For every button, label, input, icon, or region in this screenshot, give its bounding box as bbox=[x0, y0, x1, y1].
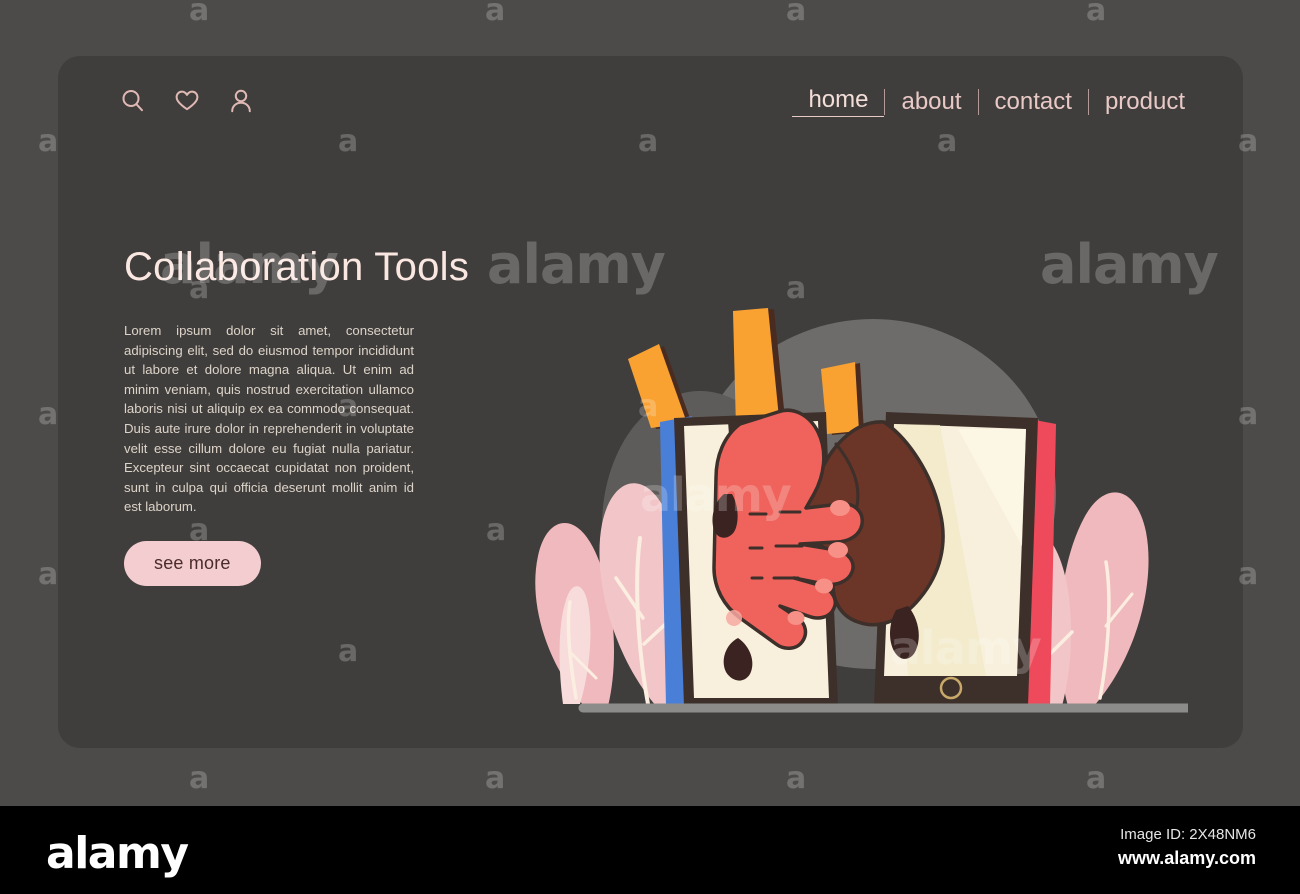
watermark-letter: a bbox=[38, 397, 59, 432]
page-title: Collaboration Tools bbox=[124, 245, 470, 289]
watermark-letter: a bbox=[189, 0, 210, 28]
watermark-letter: a bbox=[1086, 761, 1107, 796]
watermark-letter: a bbox=[786, 0, 807, 28]
nav-item-home[interactable]: home bbox=[792, 86, 885, 117]
user-icon[interactable] bbox=[226, 86, 256, 116]
see-more-button[interactable]: see more bbox=[124, 541, 261, 586]
alamy-footer-bar: alamy Image ID: 2X48NM6 www.alamy.com bbox=[0, 806, 1300, 894]
image-id-label: Image ID: 2X48NM6 bbox=[1120, 826, 1256, 843]
page-canvas: home about contact product Collaboration… bbox=[0, 0, 1300, 806]
watermark-letter: a bbox=[485, 0, 506, 28]
nav-item-product[interactable]: product bbox=[1089, 88, 1201, 116]
nav-item-about[interactable]: about bbox=[885, 88, 977, 116]
watermark-letter: a bbox=[786, 761, 807, 796]
header-icon-group bbox=[118, 86, 256, 116]
watermark-letter: a bbox=[38, 557, 59, 592]
main-navigation: home about contact product bbox=[792, 86, 1201, 117]
watermark-letter: a bbox=[485, 761, 506, 796]
watermark-letter: a bbox=[189, 761, 210, 796]
alamy-logo: alamy bbox=[46, 828, 189, 879]
alamy-url: www.alamy.com bbox=[1117, 848, 1256, 868]
heart-icon[interactable] bbox=[172, 86, 202, 116]
watermark-letter: a bbox=[38, 124, 59, 159]
search-icon[interactable] bbox=[118, 86, 148, 116]
hero-body-text: Lorem ipsum dolor sit amet, consectetur … bbox=[124, 323, 414, 515]
watermark-letter: a bbox=[1086, 0, 1107, 28]
footer-metadata: Image ID: 2X48NM6 www.alamy.com bbox=[1118, 824, 1256, 870]
nav-item-contact[interactable]: contact bbox=[979, 88, 1088, 116]
landing-page-card: home about contact product Collaboration… bbox=[58, 56, 1243, 748]
collaboration-illustration bbox=[488, 226, 1188, 726]
